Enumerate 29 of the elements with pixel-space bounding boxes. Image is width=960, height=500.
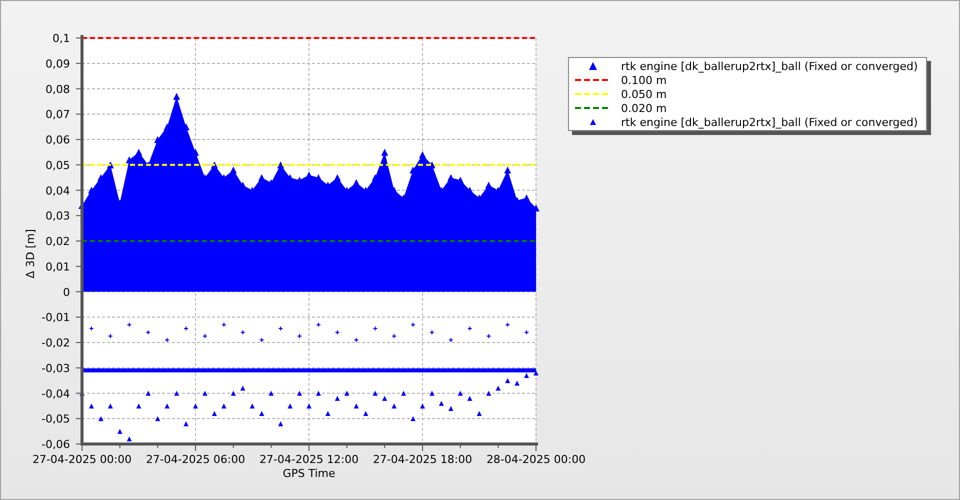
y-tick-label: 0,1	[52, 32, 70, 45]
y-tick-label: 0,06	[46, 134, 70, 146]
x-tick-label: 27-04-2025 06:00	[146, 453, 246, 466]
x-tick-label: 27-04-2025 18:00	[372, 453, 472, 466]
legend-label: rtk engine [dk_ballerup2rtx]_ball (Fixed or converged)	[621, 116, 918, 128]
x-tick-label: 27-04-2025 00:00	[32, 453, 132, 466]
y-tick-label: 0,01	[46, 260, 70, 274]
y-tick-label: 0,07	[46, 108, 70, 122]
y-tick-label: -0,01	[42, 311, 70, 324]
y-tick-label: -0,03	[42, 362, 70, 375]
y-tick-label: -0,02	[42, 336, 70, 350]
legend-label: 0.050 m	[621, 88, 667, 100]
legend-label: 0.020 m	[621, 102, 667, 114]
y-tick-label: 0,04	[46, 184, 70, 198]
y-tick-label: 0,02	[46, 235, 70, 248]
x-axis-title: GPS Time	[282, 467, 336, 480]
y-tick-label: 0,09	[46, 57, 70, 70]
y-tick-label: -0,06	[42, 438, 70, 451]
x-tick-label: 28-04-2025 00:00	[486, 453, 586, 466]
legend-label: 0.100 m	[621, 74, 667, 86]
y-tick-label: 0,03	[46, 210, 70, 223]
y-tick-label: -0,05	[42, 412, 70, 426]
legend-label: rtk engine [dk_ballerup2rtx]_ball (Fixed or converged)	[621, 60, 918, 72]
y-tick-label: 0,05	[46, 158, 70, 172]
x-tick-label: 27-04-2025 12:00	[259, 453, 359, 466]
y-axis-title: Δ 3D [m]	[24, 229, 37, 278]
y-tick-label: 0,08	[46, 82, 70, 96]
y-tick-label: -0,04	[42, 387, 70, 400]
y-tick-label: 0	[63, 286, 70, 299]
